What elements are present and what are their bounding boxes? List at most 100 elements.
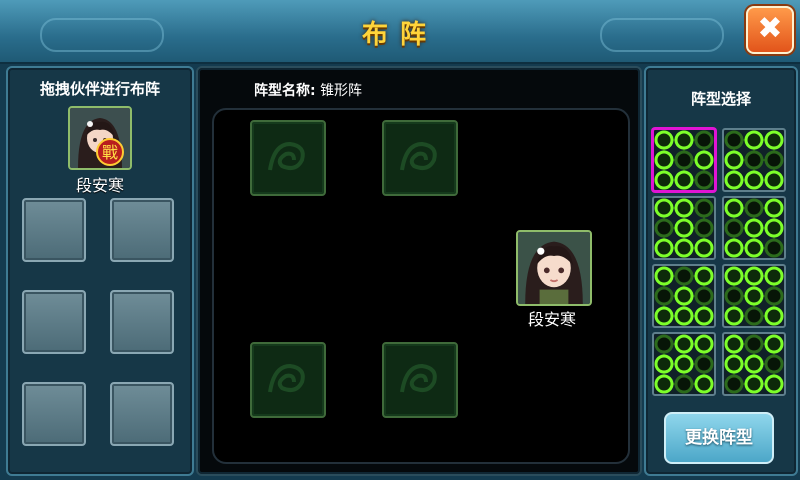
window-title: 布阵 [361, 20, 438, 50]
formation-diagram-icon [724, 334, 784, 394]
active-node [654, 238, 674, 258]
formation-option-3[interactable] [652, 196, 716, 260]
inactive-node [724, 374, 744, 394]
reserve-slot-2[interactable] [110, 198, 174, 262]
active-node [724, 170, 744, 190]
active-node [694, 306, 714, 326]
girl-portrait-icon: 戰 [70, 108, 130, 168]
inactive-node [724, 286, 744, 306]
formation-diagram-icon [654, 266, 714, 326]
inactive-node [654, 218, 674, 238]
inactive-node [744, 306, 764, 326]
inactive-node [764, 286, 784, 306]
formation-option-2[interactable] [722, 128, 786, 192]
active-node [674, 238, 694, 258]
inactive-node [654, 334, 674, 354]
active-node [724, 334, 744, 354]
inactive-node [654, 286, 674, 306]
inactive-node [674, 150, 694, 170]
formation-select-panel: 阵型选择 更换阵型 [644, 66, 798, 476]
change-formation-button[interactable]: 更换阵型 [664, 412, 774, 464]
active-node [744, 286, 764, 306]
active-node [654, 306, 674, 326]
active-node [674, 198, 694, 218]
inactive-node [674, 266, 694, 286]
formation-board: 段安寒 [212, 108, 630, 464]
active-node [764, 374, 784, 394]
active-node [724, 266, 744, 286]
board-slot-4[interactable] [382, 342, 458, 418]
formation-option-4[interactable] [722, 196, 786, 260]
formation-diagram-icon [654, 130, 714, 190]
formation-board-panel: 阵型名称: 锥形阵 段安寒 [196, 66, 642, 476]
active-node [724, 238, 744, 258]
partner-avatar[interactable]: 戰 [68, 106, 132, 170]
active-node [654, 374, 674, 394]
inactive-node [694, 286, 714, 306]
formation-option-8[interactable] [722, 332, 786, 396]
inactive-node [694, 218, 714, 238]
partner-panel: 拖拽伙伴进行布阵 戰 段安寒 [6, 66, 194, 476]
dragon-emblem-icon [400, 141, 437, 171]
board-slot-1[interactable] [250, 120, 326, 196]
reserve-slot-6[interactable] [110, 382, 174, 446]
title-bar: 布阵 ✖ [0, 0, 800, 64]
active-node [654, 130, 674, 150]
partner-name: 段安寒 [75, 176, 124, 195]
inactive-node [724, 130, 744, 150]
inactive-node [694, 198, 714, 218]
active-node [694, 238, 714, 258]
battle-badge: 戰 [102, 143, 118, 162]
formation-option-1[interactable] [652, 128, 716, 192]
active-node [694, 334, 714, 354]
active-node [724, 354, 744, 374]
active-node [674, 218, 694, 238]
partner-panel-title: 拖拽伙伴进行布阵 [39, 80, 160, 98]
active-node [724, 150, 744, 170]
active-node [674, 170, 694, 190]
board-slot-3[interactable] [250, 342, 326, 418]
formation-diagram-icon [654, 334, 714, 394]
placed-partner-avatar[interactable] [516, 230, 592, 306]
formation-diagram-icon [654, 198, 714, 258]
board-slot-2[interactable] [382, 120, 458, 196]
active-node [654, 266, 674, 286]
reserve-slot-3[interactable] [22, 290, 86, 354]
active-node [764, 334, 784, 354]
active-node [764, 266, 784, 286]
formation-select-title: 阵型选择 [690, 90, 751, 108]
inactive-node [764, 238, 784, 258]
dragon-emblem-icon [268, 141, 305, 171]
formation-option-6[interactable] [722, 264, 786, 328]
active-node [724, 198, 744, 218]
reserve-slot-4[interactable] [110, 290, 174, 354]
active-node [744, 170, 764, 190]
formation-option-5[interactable] [652, 264, 716, 328]
girl-portrait-icon [518, 232, 590, 304]
active-node [654, 170, 674, 190]
formation-diagram-icon [724, 130, 784, 190]
formation-option-7[interactable] [652, 332, 716, 396]
active-node [674, 354, 694, 374]
close-button[interactable]: ✖ [746, 6, 794, 54]
active-node [744, 374, 764, 394]
active-node [764, 306, 784, 326]
active-node [674, 286, 694, 306]
formation-diagram-icon [724, 198, 784, 258]
reserve-slot-5[interactable] [22, 382, 86, 446]
active-node [674, 334, 694, 354]
dragon-emblem-icon [400, 363, 437, 393]
inactive-node [724, 218, 744, 238]
formation-name-value: 锥形阵 [320, 83, 363, 99]
active-node [694, 266, 714, 286]
inactive-node [694, 130, 714, 150]
active-node [694, 374, 714, 394]
active-node [654, 198, 674, 218]
inactive-node [764, 354, 784, 374]
active-node [744, 238, 764, 258]
active-node [744, 130, 764, 150]
active-node [654, 150, 674, 170]
active-node [764, 170, 784, 190]
reserve-slot-1[interactable] [22, 198, 86, 262]
active-node [764, 218, 784, 238]
